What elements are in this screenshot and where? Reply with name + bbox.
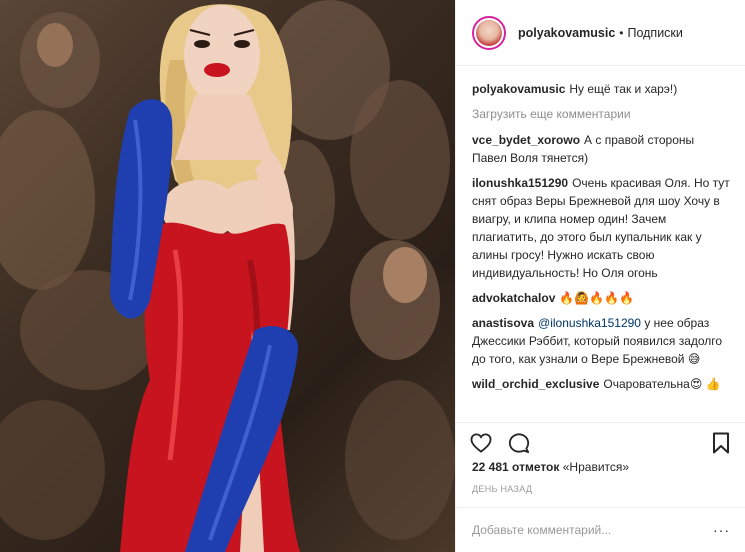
likes-suffix: «Нравится» xyxy=(562,460,630,474)
comment-mention[interactable]: @ilonushka151290 xyxy=(538,316,641,330)
post-timestamp: ДЕНЬ НАЗАД xyxy=(472,484,533,494)
add-comment-input[interactable] xyxy=(472,523,713,537)
comment-username[interactable]: polyakovamusic xyxy=(472,82,565,96)
comment-item: wild_orchid_exclusive Очаровательна😍 👍 xyxy=(472,375,730,393)
comment-text: 🔥🙆🔥🔥🔥 xyxy=(559,291,635,305)
post-sidebar: polyakovamusic • Подписки polyakovamusic… xyxy=(455,0,745,552)
comment-item: ilonushka151290 Очень красивая Оля. Но ту… xyxy=(472,174,730,282)
comment-item: vce_bydet_xorowo А с правой стороны Павел… xyxy=(472,131,730,167)
comment-username[interactable]: anastisova xyxy=(472,316,534,330)
comments-list: polyakovamusic Ну ещё так и харэ!) Загруз… xyxy=(456,66,745,422)
post-actions xyxy=(456,422,745,462)
load-more-comments-button[interactable]: Загрузить еще комментарии xyxy=(472,105,730,123)
likes-number: 22 481 отметок xyxy=(472,460,560,474)
likes-count[interactable]: 22 481 отметок «Нравится» xyxy=(472,460,629,474)
post-image xyxy=(0,0,455,552)
comment-item: anastisova @ilonushka151290 у нее образ Д… xyxy=(472,314,730,368)
more-options-button[interactable]: ··· xyxy=(713,522,730,538)
post-header: polyakovamusic • Подписки xyxy=(456,0,745,66)
comment-username[interactable]: ilonushka151290 xyxy=(472,176,568,190)
comment-icon[interactable] xyxy=(506,430,532,456)
caption: polyakovamusic Ну ещё так и харэ!) xyxy=(472,80,730,98)
comment-username[interactable]: advokatchalov xyxy=(472,291,555,305)
comment-username[interactable]: vce_bydet_xorowo xyxy=(472,133,580,147)
comment-text: Ну ещё так и харэ!) xyxy=(569,82,678,96)
add-comment-bar: ··· xyxy=(456,507,745,552)
heart-icon[interactable] xyxy=(468,430,494,456)
avatar-image xyxy=(476,19,502,46)
post-photo[interactable] xyxy=(0,0,455,552)
follow-button[interactable]: Подписки xyxy=(627,26,682,40)
header-separator: • xyxy=(619,25,624,40)
author-username[interactable]: polyakovamusic xyxy=(518,26,615,40)
comment-text: Очень красивая Оля. Но тут снят образ Ве… xyxy=(472,176,730,280)
comment-text: Очаровательна😍 👍 xyxy=(603,377,721,391)
author-avatar[interactable] xyxy=(472,15,506,50)
bookmark-icon[interactable] xyxy=(708,430,734,456)
comment-item: advokatchalov 🔥🙆🔥🔥🔥 xyxy=(472,289,730,307)
comment-username[interactable]: wild_orchid_exclusive xyxy=(472,377,599,391)
